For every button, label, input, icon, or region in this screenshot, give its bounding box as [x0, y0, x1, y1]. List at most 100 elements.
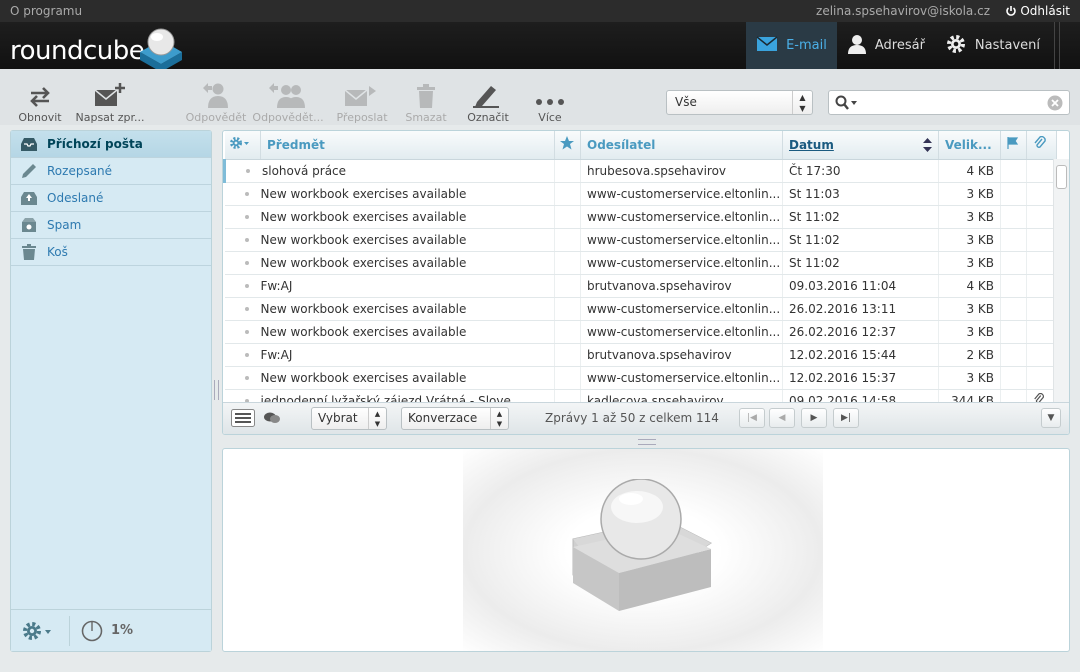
more-button[interactable]: Více — [514, 83, 586, 124]
search-input[interactable] — [861, 93, 1041, 112]
folder-sent[interactable]: Odeslané — [11, 185, 211, 212]
read-status-dot[interactable] — [244, 306, 249, 311]
read-status-dot[interactable] — [244, 260, 249, 265]
message-row[interactable]: New workbook exercises available www-cust… — [224, 205, 1057, 229]
about-link[interactable]: O programu — [10, 4, 82, 18]
row-attachment-cell — [1026, 274, 1057, 298]
logo-text: roundcube — [10, 36, 145, 66]
task-addressbook[interactable]: Adresář — [837, 22, 935, 69]
forward-button[interactable]: Přeposlat — [326, 83, 398, 124]
folder-footer-divider — [69, 616, 70, 646]
first-page-button[interactable]: |◀ — [739, 408, 765, 428]
clear-search-icon[interactable] — [1047, 95, 1063, 114]
refresh-label: Obnovit — [18, 111, 62, 124]
row-attachment-cell — [1026, 366, 1057, 390]
row-attachment-cell — [1026, 205, 1057, 229]
sent-icon — [21, 190, 37, 206]
message-row[interactable]: Fw:AJ brutvanova.spsehavirov 12.02.2016 15… — [224, 343, 1057, 367]
column-date[interactable]: Datum — [782, 131, 939, 160]
mail-icon — [756, 35, 778, 56]
search-icon[interactable] — [835, 95, 859, 114]
scrollbar-thumb[interactable] — [1056, 165, 1067, 189]
list-footer-menu-button[interactable]: ▼ — [1041, 408, 1061, 428]
read-status-dot[interactable] — [244, 214, 249, 219]
message-row[interactable]: New workbook exercises available www-cust… — [224, 297, 1057, 321]
vertical-splitter[interactable] — [214, 380, 219, 400]
message-row[interactable]: New workbook exercises available www-cust… — [224, 228, 1057, 252]
folder-trash[interactable]: Koš — [11, 239, 211, 266]
column-subject[interactable]: Předmět — [260, 131, 555, 160]
row-flag-cell — [554, 366, 581, 390]
last-page-button[interactable]: ▶| — [833, 408, 859, 428]
prev-page-button[interactable]: ◀ — [769, 408, 795, 428]
read-status-dot[interactable] — [246, 168, 250, 173]
message-row[interactable]: slohová práce hrubesova.spsehavirov Čt 17:… — [223, 159, 1057, 183]
message-size: 2 KB — [938, 343, 1001, 367]
column-attachment-icon[interactable] — [1026, 131, 1057, 160]
logo-cube-icon — [140, 28, 182, 72]
row-attachment-cell — [1026, 343, 1057, 367]
row-status-cell — [1000, 320, 1027, 344]
select-menu[interactable]: Vybrat ▲ ▼ — [311, 407, 387, 430]
message-row[interactable]: New workbook exercises available www-cust… — [224, 366, 1057, 390]
chevron-down-icon: ▼ — [1047, 413, 1055, 423]
next-page-button[interactable]: ▶ — [801, 408, 827, 428]
folder-drafts[interactable]: Rozepsané — [11, 158, 211, 185]
read-status-dot[interactable] — [244, 283, 249, 288]
read-status-dot[interactable] — [244, 237, 249, 242]
threads-toggle-icon[interactable] — [263, 411, 281, 428]
folder-spam[interactable]: Spam — [11, 212, 211, 239]
flag-star-icon[interactable] — [554, 131, 581, 160]
filter-select[interactable]: Vše ▲ ▼ — [666, 90, 813, 115]
logout-button[interactable]: Odhlásit — [1005, 4, 1070, 20]
folder-actions-gear-icon[interactable] — [21, 620, 53, 645]
column-from[interactable]: Odesílatel — [580, 131, 783, 160]
row-status-cell — [1000, 159, 1027, 183]
folder-inbox[interactable]: Příchozí pošta — [11, 131, 211, 158]
top-navigation: roundcube E-mail Adresář Nastavení — [0, 22, 1080, 72]
list-options-gear-icon[interactable] — [224, 131, 261, 160]
message-row[interactable]: Fw:AJ brutvanova.spsehavirov 09.03.2016 11… — [224, 274, 1057, 298]
task-settings[interactable]: Nastavení — [935, 22, 1050, 69]
message-row[interactable]: New workbook exercises available www-cust… — [224, 251, 1057, 275]
compose-button[interactable]: Napsat zpr... — [74, 83, 146, 124]
list-footer: Vybrat ▲ ▼ Konverzace ▲ ▼ Zprávy 1 až 50 z… — [223, 402, 1069, 434]
row-flag-cell — [554, 159, 581, 183]
refresh-button[interactable]: Obnovit — [4, 83, 76, 124]
message-size: 4 KB — [938, 159, 1001, 183]
search-box[interactable] — [828, 90, 1070, 115]
column-size[interactable]: Velik... — [938, 131, 1001, 160]
message-sender: brutvanova.spsehavirov — [580, 343, 783, 367]
list-scrollbar[interactable] — [1053, 159, 1069, 403]
message-list: Předmět Odesílatel Datum Velik... slohov… — [222, 130, 1070, 435]
list-view-icon[interactable] — [231, 409, 255, 430]
folder-inbox-label: Příchozí pošta — [47, 137, 143, 151]
message-subject: New workbook exercises available — [224, 182, 555, 206]
message-subject-text: Fw:AJ — [260, 347, 293, 362]
reply-all-button[interactable]: Odpovědět... — [252, 83, 324, 124]
message-sender: www-customerservice.eltonlin... — [580, 228, 783, 252]
message-size: 3 KB — [938, 251, 1001, 275]
message-subject: New workbook exercises available — [224, 228, 555, 252]
read-status-dot[interactable] — [244, 329, 249, 334]
threads-menu[interactable]: Konverzace ▲ ▼ — [401, 407, 509, 430]
read-status-dot[interactable] — [244, 191, 249, 196]
top-line: O programu zelina.spsehavirov@iskola.cz … — [0, 0, 1080, 22]
task-mail[interactable]: E-mail — [746, 22, 837, 69]
message-row[interactable]: New workbook exercises available www-cust… — [224, 320, 1057, 344]
folder-drafts-label: Rozepsané — [47, 164, 113, 178]
compose-icon — [93, 82, 127, 111]
row-flag-cell — [554, 297, 581, 321]
read-status-dot[interactable] — [244, 375, 249, 380]
row-flag-cell — [554, 251, 581, 275]
message-row[interactable]: New workbook exercises available www-cust… — [224, 182, 1057, 206]
read-status-dot[interactable] — [244, 352, 249, 357]
row-flag-cell — [554, 343, 581, 367]
sort-arrows-icon — [923, 138, 932, 155]
horizontal-splitter[interactable] — [638, 439, 656, 445]
reply-button[interactable]: Odpovědět — [180, 83, 252, 124]
row-attachment-cell — [1026, 297, 1057, 321]
message-size: 3 KB — [938, 320, 1001, 344]
column-flag-icon[interactable] — [1000, 131, 1027, 160]
message-size: 4 KB — [938, 274, 1001, 298]
